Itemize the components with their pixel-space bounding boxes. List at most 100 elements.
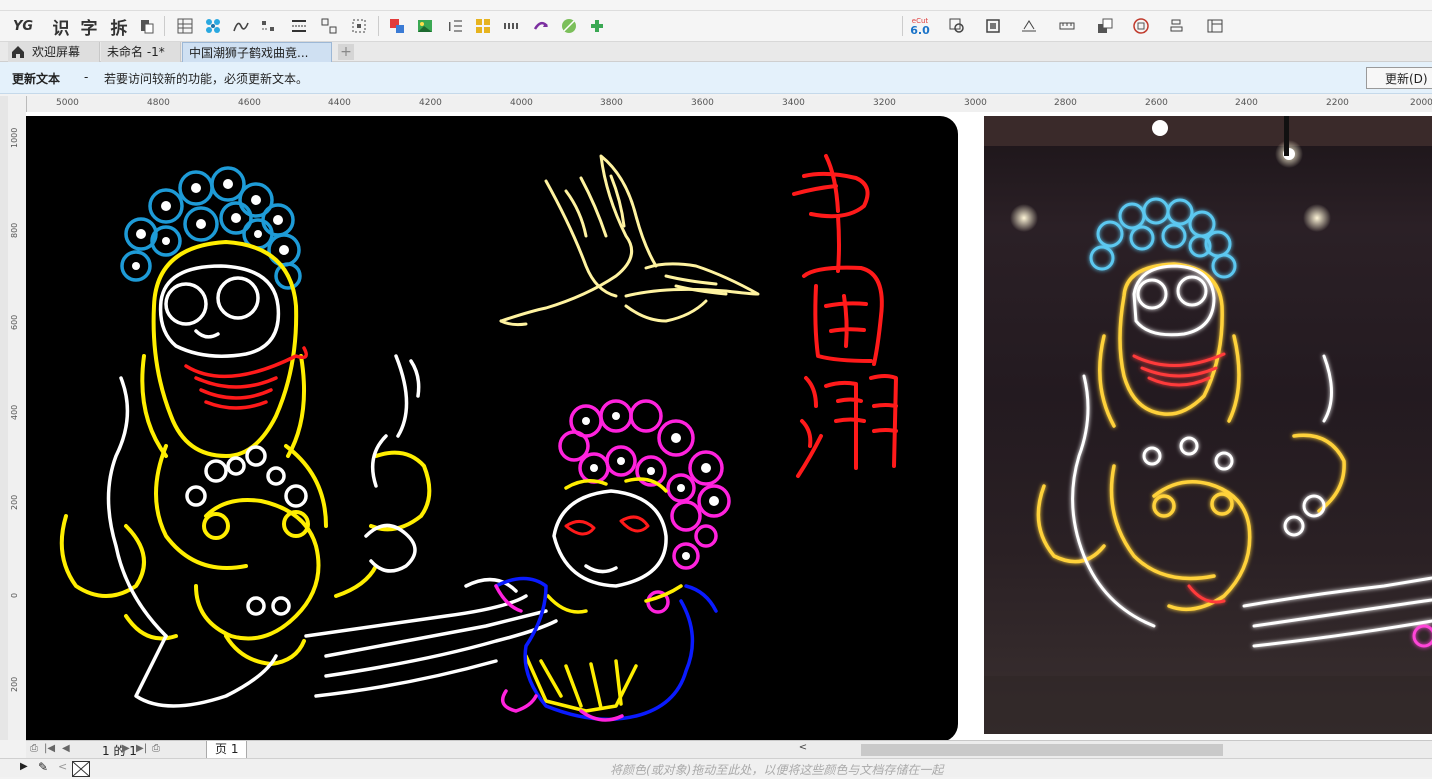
no-color-swatch[interactable] [72,761,90,777]
artwork-canvas[interactable] [26,116,958,742]
ruler-label: 200 [10,494,19,510]
text-column-icon[interactable]: I [444,15,466,37]
home-icon [12,46,24,58]
document-palette-bar: ▶ ✎ < 将颜色(或对象)拖动至此处，以便将这些颜色与文档存储在一起 [0,758,1432,777]
reference-photo[interactable] [984,116,1432,734]
ruler-label: 3200 [873,98,896,108]
ruler-label: 4000 [510,98,533,108]
toolbar-top-strip [0,0,1432,11]
ruler-label: 400 [10,404,19,420]
ruler-label: 2200 [1326,98,1349,108]
split-tool[interactable]: 拆 [108,15,130,39]
dimension-icon[interactable] [1018,15,1040,37]
tab-welcome[interactable]: 欢迎屏幕 [8,42,100,62]
ruler-label: 4400 [328,98,351,108]
ruler-label: 2400 [1235,98,1258,108]
page-count: 1 的 1 [102,744,137,758]
eyedropper-icon[interactable]: ✎ [38,760,48,774]
ruler-measure-icon[interactable] [1056,15,1078,37]
ruler-label: 3000 [964,98,987,108]
white-lion-outline[interactable] [106,354,558,708]
notice-title: 更新文本 [12,72,61,86]
first-page-icon[interactable]: |◀ [44,743,55,754]
main-toolbar: YG 识 字 拆 I eCut 6.0 [0,0,1432,42]
last-page-icon[interactable]: ▶| [136,743,147,754]
group-icon[interactable] [318,15,340,37]
neon-photo-image [984,116,1432,734]
ruler-label: 800 [10,222,19,238]
tab-active-document[interactable]: 中国潮狮子鹤戏曲竟... [182,42,332,62]
palette-hint: 将颜色(或对象)拖动至此处，以便将这些颜色与文档存储在一起 [610,763,944,777]
page-navigation-bar: ⎙ |◀ ◀ 1 的 1 ▶ ▶| ⎙ 页 1 < [26,740,1432,759]
ruler-label: 3800 [600,98,623,108]
panel-layout-icon[interactable] [1204,15,1226,37]
red-calligraphy-outline[interactable] [792,154,898,478]
ruler-label: 3600 [691,98,714,108]
color-fill-icon[interactable] [386,15,408,37]
yg-logo-button[interactable]: YG [12,15,34,37]
add-tab-button[interactable]: + [338,44,354,60]
cream-crane-outline[interactable] [499,154,760,327]
layers-grid-icon[interactable] [472,15,494,37]
scroll-left-icon[interactable]: < [796,742,810,757]
toolbar-separator [378,16,379,36]
ruler-label: 4800 [147,98,170,108]
pattern-icon[interactable] [202,15,224,37]
horizontal-scrollbar-thumb[interactable] [861,744,1223,756]
toolbar-separator [902,16,903,36]
neon-artwork[interactable] [26,116,958,742]
target-icon[interactable] [1130,15,1152,37]
plugin-puzzle-icon[interactable] [586,15,608,37]
white-face-outline[interactable] [158,264,281,358]
select-area-icon[interactable] [348,15,370,37]
tab-active-label: 中国潮狮子鹤戏曲竟... [189,46,309,60]
small-figure-face[interactable] [552,489,668,588]
arrange-icon[interactable] [1094,15,1116,37]
horizontal-ruler[interactable]: 5000 4800 4600 4400 4200 4000 3800 3600 … [26,96,1432,113]
tab-untitled-label: 未命名 -1* [107,45,165,59]
palette-scroll-icon[interactable]: < [58,760,67,773]
table-icon[interactable] [174,15,196,37]
add-page-before-icon[interactable]: ⎙ [30,743,38,754]
ruler-label: 4200 [419,98,442,108]
ruler-label: 2600 [1145,98,1168,108]
frame-icon[interactable] [982,15,1004,37]
update-button[interactable]: 更新(D) [1366,67,1432,89]
small-figure-blue-robe[interactable] [494,576,718,722]
curve-tool-icon[interactable] [230,15,252,37]
dot-matrix-icon[interactable] [500,15,522,37]
ecut-plugin-button[interactable]: eCut 6.0 [908,14,932,38]
next-page-icon[interactable]: ▶ [122,743,130,754]
image-icon[interactable] [414,15,436,37]
node-align-icon[interactable] [258,15,280,37]
no-color-x-icon [72,761,90,777]
page-tab[interactable]: 页 1 [206,741,248,759]
tab-untitled[interactable]: 未命名 -1* [101,42,181,62]
vertical-ruler[interactable]: 1000 800 600 400 200 0 200 [8,96,27,740]
update-notice-bar: 更新文本 - 若要访问较新的功能，必须更新文本。 更新(D) [0,62,1432,94]
ruler-label: 0 [10,592,19,598]
small-figure-cheeks[interactable] [564,515,650,536]
svg-text:I: I [448,20,452,34]
align-edit-icon[interactable] [1166,15,1188,37]
blue-headdress-shape[interactable] [120,166,302,290]
tab-welcome-label: 欢迎屏幕 [32,45,81,59]
distribute-lines-icon[interactable] [288,15,310,37]
notice-message: 若要访问较新的功能，必须更新文本。 [104,72,309,86]
clipboard-icon[interactable] [136,15,158,37]
ruler-label: 1000 [10,127,19,148]
ruler-label: 600 [10,314,19,330]
add-page-after-icon[interactable]: ⎙ [152,743,160,754]
arrow-path-icon[interactable] [530,15,552,37]
prev-page-icon[interactable]: ◀ [62,743,70,754]
search-shape-icon[interactable] [946,15,968,37]
leaf-icon[interactable] [558,15,580,37]
ecut-badge-version: 6.0 [910,24,930,37]
recognize-text-tool[interactable]: 识 [50,15,72,39]
ruler-label: 4600 [238,98,261,108]
ruler-label: 2800 [1054,98,1077,108]
ruler-label: 2000 [1410,98,1432,108]
text-tool[interactable]: 字 [78,15,100,39]
ruler-label: 200 [10,676,19,692]
palette-expand-icon[interactable]: ▶ [20,761,28,772]
